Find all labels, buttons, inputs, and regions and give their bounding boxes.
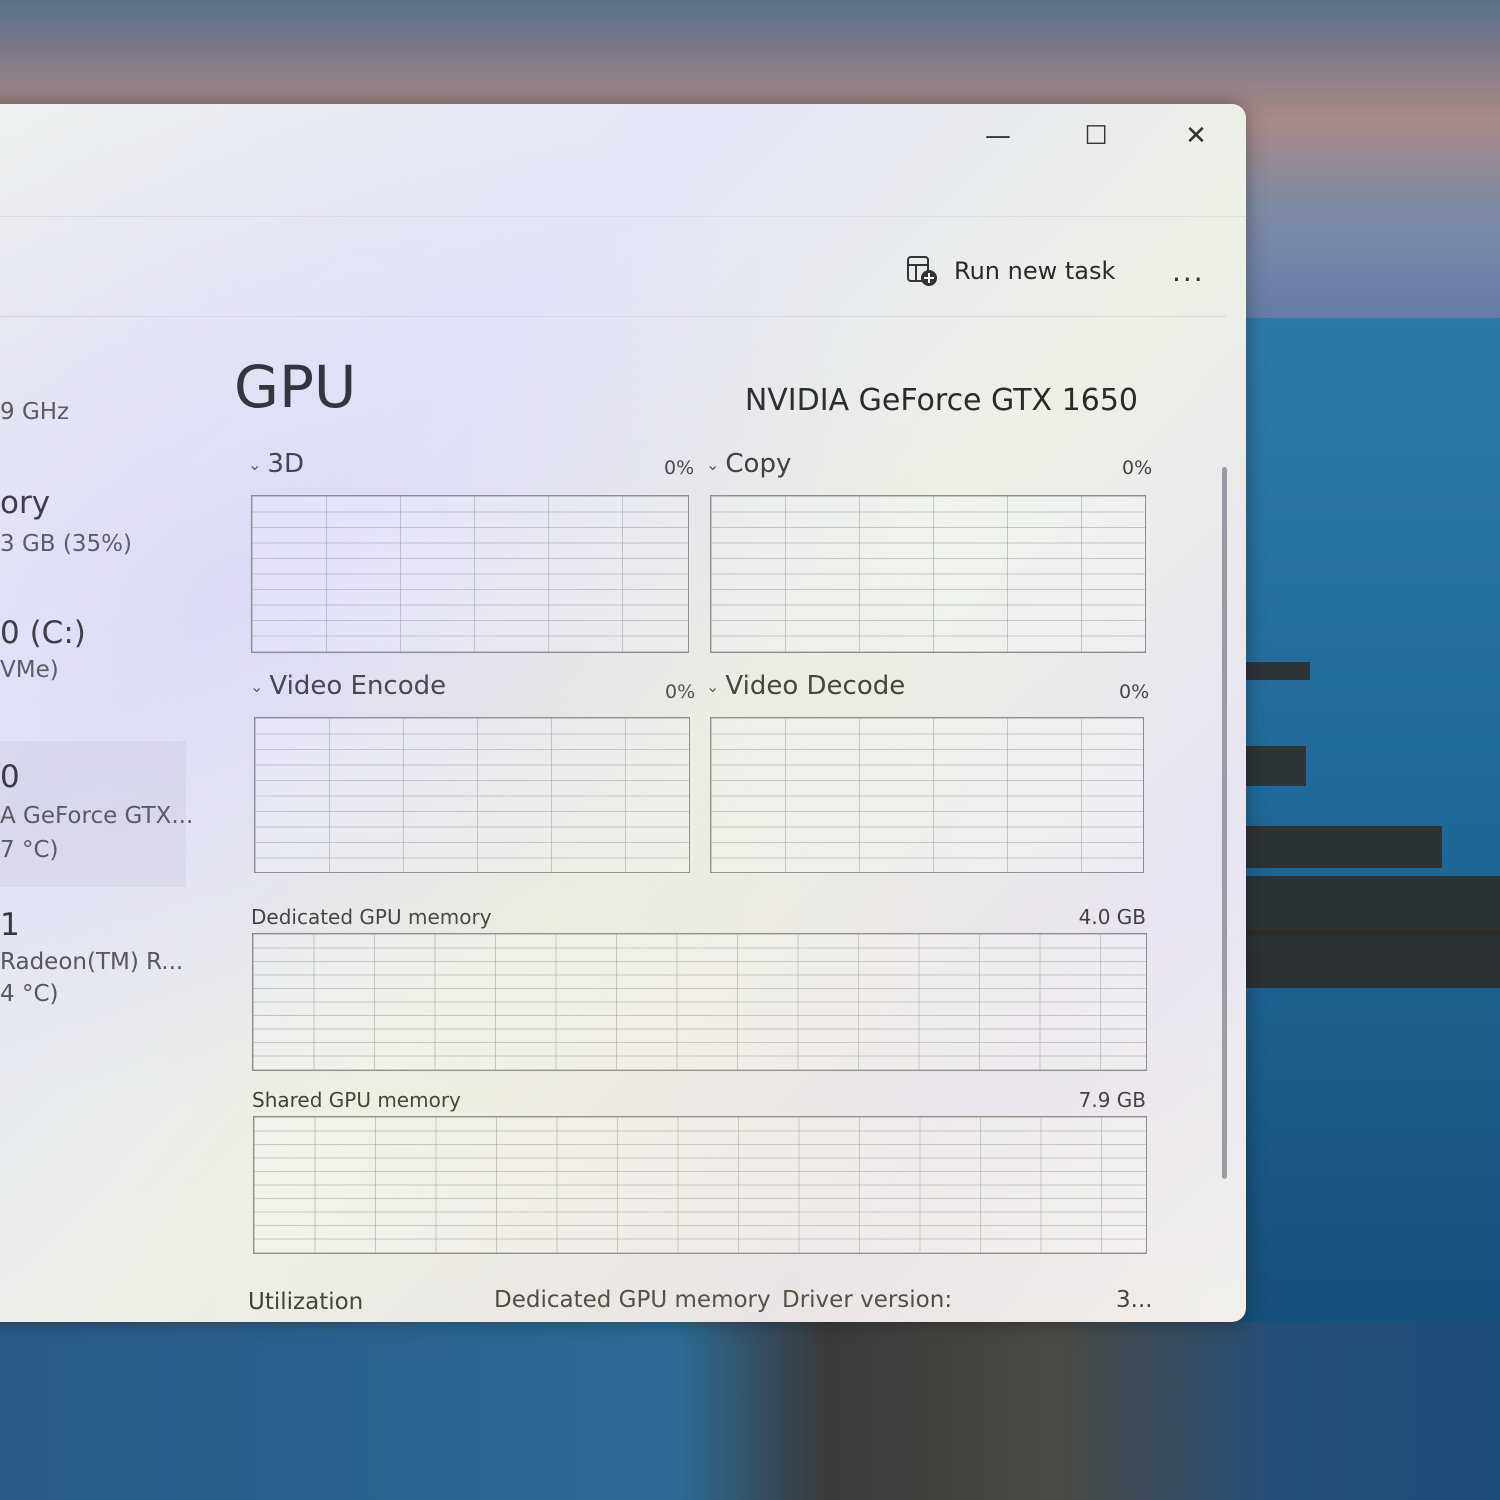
engine-name: Copy [725,449,792,479]
sidebar-item-detail: VMe) [0,657,59,683]
engine-name: Video Encode [269,671,447,701]
run-task-icon [907,256,937,286]
pier-plank [1240,826,1442,868]
engine-name: Video Decode [725,671,906,701]
graph-shared-memory [253,1116,1147,1254]
run-new-task-label: Run new task [954,257,1116,285]
run-new-task-button[interactable]: Run new task [906,251,1115,291]
dedicated-memory-stat-label: Dedicated GPU memory [494,1287,771,1313]
shared-memory-value: 7.9 GB [1078,1088,1146,1112]
engine-selector-video-decode[interactable]: ⌄ Video Decode [706,671,905,701]
engine-name: 3D [267,449,304,479]
chevron-down-icon: ⌄ [706,676,720,696]
engine-selector-video-encode[interactable]: ⌄ Video Encode [250,671,446,701]
utilization-label: Utilization [248,1289,364,1315]
sidebar-item-label: 1 [0,907,20,943]
sidebar-item-detail: A GeForce GTX... [0,803,194,829]
graph-dedicated-memory [252,933,1147,1071]
title-bar: — ☐ ✕ [0,104,1246,216]
sidebar-item-detail: 3 GB (35%) [0,531,132,557]
sidebar-item-gpu-0[interactable]: 0 A GeForce GTX... 7 °C) [0,741,193,887]
sidebar-item-gpu-1[interactable]: 1 Radeon(TM) R... 4 °C) [0,897,186,1037]
performance-sidebar: 9 GHz ory 3 GB (35%) 0 (C:) VMe) 0 A GeF… [0,317,193,1322]
graph-3d [251,495,689,653]
dedicated-memory-label: Dedicated GPU memory [251,905,492,929]
page-title: GPU [234,353,357,421]
task-manager-window: — ☐ ✕ Run new task ... 9 GHz ory 3 GB (3… [0,104,1246,1322]
more-options-button[interactable]: ... [1172,255,1205,288]
chevron-down-icon: ⌄ [248,454,262,474]
gpu-model-name: NVIDIA GeForce GTX 1650 [744,383,1138,418]
desktop-wallpaper-bottom [0,1322,1500,1500]
dedicated-memory-value: 4.0 GB [1078,905,1146,929]
engine-percent: 0% [664,457,695,479]
performance-content: 9 GHz ory 3 GB (35%) 0 (C:) VMe) 0 A GeF… [0,316,1227,1322]
graph-video-encode [254,717,690,873]
engine-percent: 0% [1119,681,1150,703]
sidebar-item-cpu[interactable]: 9 GHz [0,377,186,457]
driver-version-value: 3... [1116,1287,1153,1313]
engine-percent: 0% [1122,457,1153,479]
maximize-icon: ☐ [1084,121,1108,151]
toolbar: Run new task ... [0,216,1246,317]
sidebar-item-temp: 7 °C) [0,837,59,863]
minimize-icon: — [985,121,1011,151]
maximize-button[interactable]: ☐ [1066,114,1126,158]
graph-video-decode [710,717,1144,873]
sidebar-item-detail: 9 GHz [0,399,70,425]
shared-memory-label: Shared GPU memory [252,1088,461,1112]
pier-plank [1240,662,1310,680]
chevron-down-icon: ⌄ [250,676,264,696]
sidebar-item-label: ory [0,485,51,521]
sidebar-item-disk[interactable]: 0 (C:) VMe) [0,607,186,707]
engine-percent: 0% [665,681,696,703]
sidebar-item-memory[interactable]: ory 3 GB (35%) [0,477,186,577]
sidebar-item-label: 0 (C:) [0,615,86,651]
close-button[interactable]: ✕ [1166,114,1226,158]
scrollbar[interactable] [1222,467,1227,1179]
engine-selector-3d[interactable]: ⌄ 3D [248,449,304,479]
close-icon: ✕ [1185,121,1207,151]
more-icon: ... [1172,255,1205,288]
pier-plank [1240,746,1306,786]
driver-version-label: Driver version: [782,1287,953,1313]
chevron-down-icon: ⌄ [706,454,720,474]
engine-selector-copy[interactable]: ⌄ Copy [706,449,791,479]
pier-plank [1240,876,1500,936]
sidebar-item-detail: Radeon(TM) R... [0,949,184,975]
gpu-panel: GPU NVIDIA GeForce GTX 1650 ⌄ 3D 0% ⌄ Co… [210,317,1210,1322]
minimize-button[interactable]: — [968,114,1028,158]
sidebar-item-label: 0 [0,759,20,795]
pier-plank [1240,930,1500,988]
sidebar-item-temp: 4 °C) [0,981,59,1007]
graph-copy [710,495,1146,653]
